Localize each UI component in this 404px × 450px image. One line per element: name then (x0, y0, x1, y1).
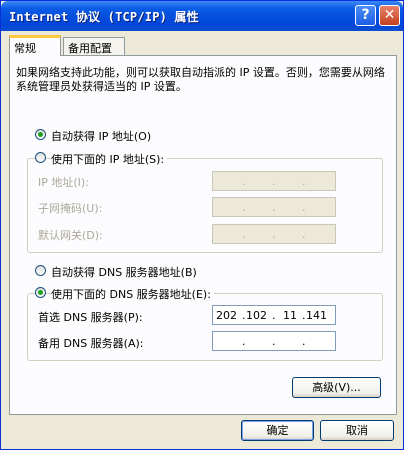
tab-alternate-config[interactable]: 备用配置 (63, 37, 125, 55)
window-title: Internet 协议 (TCP/IP) 属性 (9, 10, 199, 24)
close-icon: ✕ (383, 7, 396, 23)
ip-address-field: . . . (212, 171, 336, 191)
manual-ip-label[interactable]: 使用下面的 IP 地址(S): (51, 151, 168, 167)
auto-ip-radio[interactable] (35, 129, 46, 140)
preferred-dns-label: 首选 DNS 服务器(P): (38, 311, 143, 324)
tab-general[interactable]: 常规 (9, 35, 61, 56)
auto-dns-label[interactable]: 自动获得 DNS 服务器地址(B) (51, 264, 197, 280)
manual-ip-radio[interactable] (35, 152, 46, 163)
ok-button[interactable]: 确定 (241, 420, 314, 441)
alternate-dns-label: 备用 DNS 服务器(A): (38, 337, 144, 350)
default-gateway-field: . . . (212, 224, 336, 244)
title-bar[interactable]: Internet 协议 (TCP/IP) 属性 ? ✕ (1, 1, 403, 31)
default-gateway-label: 默认网关(D): (38, 229, 103, 242)
subnet-mask-label: 子网掩码(U): (38, 202, 103, 215)
advanced-button[interactable]: 高级(V)... (292, 377, 381, 398)
auto-ip-label[interactable]: 自动获得 IP 地址(O) (51, 128, 151, 144)
cancel-button[interactable]: 取消 (320, 420, 394, 441)
manual-dns-radio[interactable] (35, 287, 46, 298)
close-button[interactable]: ✕ (379, 5, 400, 26)
help-icon: ? (361, 7, 370, 23)
auto-dns-radio[interactable] (35, 265, 46, 276)
preferred-dns-field[interactable]: 202. 102. 11. 141 (212, 305, 336, 325)
ip-address-label: IP 地址(I): (38, 176, 89, 189)
help-button[interactable]: ? (355, 5, 376, 26)
tcpip-properties-dialog: Internet 协议 (TCP/IP) 属性 ? ✕ 常规 备用配置 如果网络… (0, 0, 404, 450)
description-text: 如果网络支持此功能，则可以获取自动指派的 IP 设置。否则，您需要从网络系统管理… (16, 66, 385, 93)
alternate-dns-field[interactable]: . . . (212, 331, 336, 351)
manual-dns-label[interactable]: 使用下面的 DNS 服务器地址(E): (51, 286, 214, 302)
subnet-mask-field: . . . (212, 197, 336, 217)
